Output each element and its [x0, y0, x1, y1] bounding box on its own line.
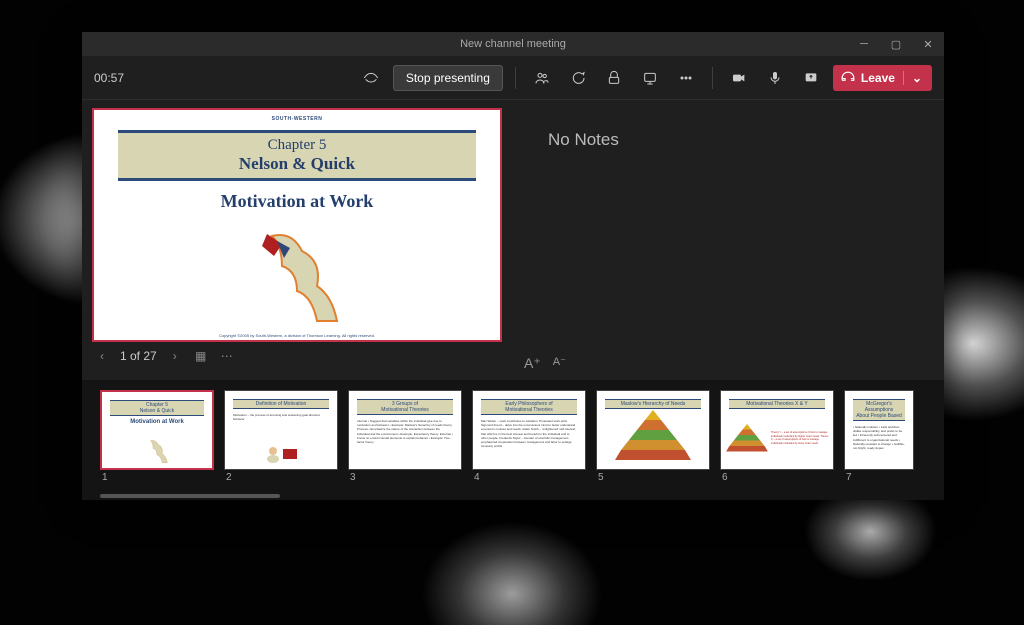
grid-view-button[interactable]: ▦: [193, 348, 209, 364]
chevron-down-icon[interactable]: ⌄: [903, 71, 922, 85]
thumb-title: Early Philosophers of Motivational Theor…: [481, 399, 577, 415]
thumb-body: Internal • Suggest that variables within…: [349, 417, 461, 446]
close-button[interactable]: ✕: [912, 32, 944, 56]
divider: [712, 67, 713, 89]
pyramid-icon: [725, 413, 769, 463]
horizontal-scrollbar[interactable]: [100, 494, 280, 498]
thumbnail-strip[interactable]: Chapter 5 Nelson & Quick Motivation at W…: [82, 380, 944, 500]
meeting-timer: 00:57: [94, 71, 124, 85]
thumb-body: Max Weber – work contributes to salvatio…: [473, 417, 585, 450]
publisher-logo: SOUTH-WESTERN: [272, 116, 323, 122]
thumb-title: McGregor's Assumptions About People Base…: [853, 399, 905, 421]
current-slide[interactable]: SOUTH-WESTERN Chapter 5 Nelson & Quick M…: [92, 108, 502, 342]
slide-position: 1 of 27: [120, 349, 157, 363]
thumb-body: Motivation – the process of arousing and…: [225, 411, 337, 423]
more-slide-options[interactable]: ⋯: [219, 348, 235, 364]
maximize-button[interactable]: ▢: [880, 32, 912, 56]
thumb-number: 2: [224, 472, 338, 483]
share-icon[interactable]: [797, 64, 825, 92]
thumbnail-item[interactable]: Definition of Motivation Motivation – th…: [224, 390, 338, 494]
thumbnail-item[interactable]: Chapter 5 Nelson & Quick Motivation at W…: [100, 390, 214, 494]
thumb-title: Definition of Motivation: [233, 399, 329, 409]
thumbnail-slide[interactable]: Early Philosophers of Motivational Theor…: [472, 390, 586, 470]
mic-icon[interactable]: [761, 64, 789, 92]
copyright-text: Copyright ©2005 by South-Western, a divi…: [94, 333, 500, 338]
notes-text: No Notes: [528, 116, 928, 150]
authors-label: Nelson & Quick: [118, 154, 476, 174]
thumbnail-slide[interactable]: Chapter 5 Nelson & Quick Motivation at W…: [100, 390, 214, 470]
thumbnail-slide[interactable]: 3 Groups of Motivational Theories Intern…: [348, 390, 462, 470]
window-controls: ─ ▢ ✕: [848, 32, 944, 56]
chapter-label: Chapter 5: [118, 137, 476, 154]
thumb-number: 1: [100, 472, 214, 483]
thumb-side: Theory Y – a set of assumptions of how t…: [771, 431, 829, 445]
slide-title: Motivation at Work: [94, 191, 500, 212]
privacy-icon[interactable]: [357, 64, 385, 92]
pyramid-icon: [613, 408, 693, 463]
thumbnail-slide[interactable]: Motivational Theories X & Y Theory Y – a…: [720, 390, 834, 470]
thumb-number: 7: [844, 472, 914, 483]
thumb-title: 3 Groups of Motivational Theories: [357, 399, 453, 415]
presenter-view: SOUTH-WESTERN Chapter 5 Nelson & Quick M…: [82, 100, 944, 380]
thumbnail-item[interactable]: Maslow's Hierarchy of Needs 5: [596, 390, 710, 494]
decrease-font-button[interactable]: A⁻: [553, 355, 566, 372]
thumb-body: • Naturally indolent • Lack ambition, di…: [845, 423, 913, 452]
thumb-number: 6: [720, 472, 834, 483]
minimize-button[interactable]: ─: [848, 32, 880, 56]
leave-button[interactable]: Leave ⌄: [833, 65, 932, 91]
thumb-number: 3: [348, 472, 462, 483]
thumbnail-item[interactable]: 3 Groups of Motivational Theories Intern…: [348, 390, 462, 494]
rooms-icon[interactable]: [636, 64, 664, 92]
thumbnail-slide[interactable]: Definition of Motivation Motivation – th…: [224, 390, 338, 470]
thumbnail-slide[interactable]: Maslow's Hierarchy of Needs: [596, 390, 710, 470]
thumb-title: Motivation at Work: [102, 419, 212, 425]
thumbnail-item[interactable]: McGregor's Assumptions About People Base…: [844, 390, 914, 494]
title-bar: New channel meeting ─ ▢ ✕: [82, 32, 944, 56]
thumbnail-slide[interactable]: McGregor's Assumptions About People Base…: [844, 390, 914, 470]
current-slide-panel: SOUTH-WESTERN Chapter 5 Nelson & Quick M…: [82, 100, 512, 380]
chat-icon[interactable]: [564, 64, 592, 92]
thumb-number: 5: [596, 472, 710, 483]
reactions-icon[interactable]: [600, 64, 628, 92]
divider: [515, 67, 516, 89]
prev-slide-button[interactable]: ‹: [94, 348, 110, 364]
notes-panel: No Notes A⁺ A⁻: [512, 100, 944, 380]
more-actions-icon[interactable]: [672, 64, 700, 92]
people-icon[interactable]: [528, 64, 556, 92]
slide-banner: Chapter 5 Nelson & Quick: [118, 130, 476, 181]
camera-icon[interactable]: [725, 64, 753, 92]
leave-label: Leave: [861, 71, 895, 85]
thumbnail-item[interactable]: Early Philosophers of Motivational Theor…: [472, 390, 586, 494]
increase-font-button[interactable]: A⁺: [524, 355, 541, 372]
window-title: New channel meeting: [460, 38, 566, 50]
thumb-number: 4: [472, 472, 586, 483]
slide-graphic: [242, 226, 352, 326]
slide-navigation: ‹ 1 of 27 › ▦ ⋯: [92, 342, 502, 364]
next-slide-button[interactable]: ›: [167, 348, 183, 364]
thumbnail-item[interactable]: Motivational Theories X & Y Theory Y – a…: [720, 390, 834, 494]
thumb-title: Motivational Theories X & Y: [729, 399, 825, 409]
thumb-banner: Chapter 5 Nelson & Quick: [110, 400, 204, 416]
font-size-controls: A⁺ A⁻: [524, 355, 566, 372]
meeting-toolbar: 00:57 Stop presenting: [82, 56, 944, 100]
meeting-window: New channel meeting ─ ▢ ✕ 00:57 Stop pre…: [82, 32, 944, 500]
stop-presenting-button[interactable]: Stop presenting: [393, 65, 503, 91]
